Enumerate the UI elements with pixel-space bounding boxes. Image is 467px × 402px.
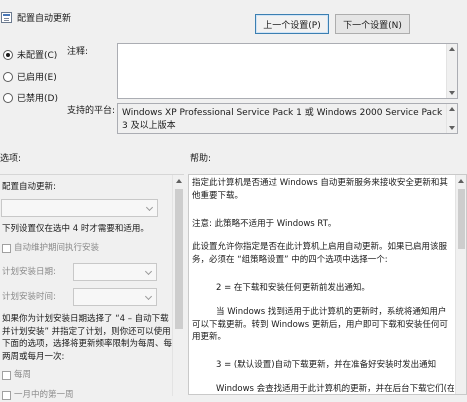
maintenance-label: 自动维护期间执行安装 [14, 243, 100, 253]
first-week-option[interactable]: 一月中的第一周 [2, 389, 74, 402]
help-paragraph-6: 3 = (默认设置)自动下载更新，并在准备好安装时发出通知 [216, 360, 437, 370]
scroll-up-icon[interactable] [176, 179, 182, 183]
weekly-option[interactable]: 每周 [2, 369, 31, 382]
scroll-down-icon[interactable] [449, 91, 455, 95]
first-week-checkbox[interactable] [2, 390, 11, 400]
supported-label: 支持的平台: [67, 106, 116, 116]
comment-scrollbar[interactable] [446, 44, 457, 98]
next-setting-button[interactable]: 下一个设置(N) [335, 14, 410, 34]
radio-enabled-indicator[interactable] [3, 71, 13, 82]
options-header: 选项: [0, 154, 22, 164]
first-week-label: 一月中的第一周 [14, 390, 74, 400]
radio-disabled-label: 已禁用(D) [17, 94, 58, 104]
configure-dropdown[interactable] [1, 199, 158, 217]
options-scroll-thumb[interactable] [175, 189, 183, 329]
radio-not-configured[interactable]: 未配置(C) [3, 48, 57, 61]
options-scrollbar[interactable] [172, 175, 184, 396]
title-row: 配置自动更新 [0, 9, 71, 25]
help-paragraph-2: 注意: 此策略不适用于 Windows RT。 [192, 219, 337, 229]
scroll-up-icon[interactable] [449, 47, 455, 51]
radio-enabled[interactable]: 已启用(E) [3, 70, 57, 83]
radio-enabled-label: 已启用(E) [17, 73, 57, 83]
supported-platforms-box: Windows XP Professional Service Pack 1 或… [117, 103, 458, 134]
scroll-up-icon[interactable] [458, 179, 464, 183]
maintenance-checkbox[interactable] [2, 243, 11, 253]
scroll-down-icon[interactable] [449, 126, 455, 130]
options-hint: 如果你为计划安装日期选择了 “4 – 自动下载并计划安装” 并指定了计划，则你还… [2, 314, 173, 362]
radio-not-configured-label: 未配置(C) [17, 51, 58, 61]
comment-label: 注释: [67, 47, 89, 57]
options-panel: 配置自动更新: 下列设置仅在选中 4 时才需要和适用。 自动维护期间执行安装 计… [0, 174, 184, 400]
comment-textarea[interactable] [117, 43, 458, 99]
schedule-time-label: 计划安装时间: [2, 292, 56, 302]
help-paragraph-7: Windows 会查找适用于此计算机的更新，并在后台下载它们(在此 [216, 384, 454, 394]
window-title: 配置自动更新 [17, 13, 72, 24]
help-panel: 指定此计算机是否通过 Windows 自动更新服务来接收安全更新和其他重要下载。… [188, 174, 467, 395]
radio-disabled[interactable]: 已禁用(D) [3, 91, 58, 104]
help-paragraph-4: 2 = 在下载和安装任何更新前发出通知。 [216, 283, 370, 293]
configure-label: 配置自动更新: [2, 182, 56, 192]
chevron-down-icon [144, 267, 153, 276]
previous-setting-button[interactable]: 上一个设置(P) [255, 14, 329, 34]
schedule-day-label: 计划安装日期: [2, 267, 56, 277]
supported-scrollbar[interactable] [446, 104, 457, 133]
scroll-up-icon[interactable] [449, 107, 455, 111]
schedule-day-dropdown[interactable] [73, 263, 157, 281]
weekly-label: 每周 [14, 370, 32, 380]
help-scrollbar[interactable] [455, 175, 466, 394]
policy-icon [1, 11, 12, 23]
help-paragraph-5: 当 Windows 找到适用于此计算机的更新时，系统将通知用户可以下载更新。转到… [192, 307, 448, 342]
help-header: 帮助: [190, 154, 212, 164]
chevron-down-icon [145, 203, 154, 212]
weekly-checkbox[interactable] [2, 370, 11, 380]
radio-disabled-indicator[interactable] [3, 92, 13, 103]
options-note: 下列设置仅在选中 4 时才需要和适用。 [2, 224, 149, 234]
chevron-down-icon [144, 292, 153, 301]
radio-not-configured-indicator[interactable] [3, 49, 13, 60]
help-paragraph-1: 指定此计算机是否通过 Windows 自动更新服务来接收安全更新和其他重要下载。 [192, 178, 448, 201]
help-paragraph-3: 此设置允许你指定是否在此计算机上启用自动更新。如果已启用该服务，必须在 “组策略… [192, 242, 448, 265]
supported-value: Windows XP Professional Service Pack 1 或… [122, 108, 443, 131]
schedule-time-dropdown[interactable] [73, 288, 157, 306]
help-scroll-thumb[interactable] [458, 189, 465, 249]
maintenance-option[interactable]: 自动维护期间执行安装 [2, 242, 99, 255]
